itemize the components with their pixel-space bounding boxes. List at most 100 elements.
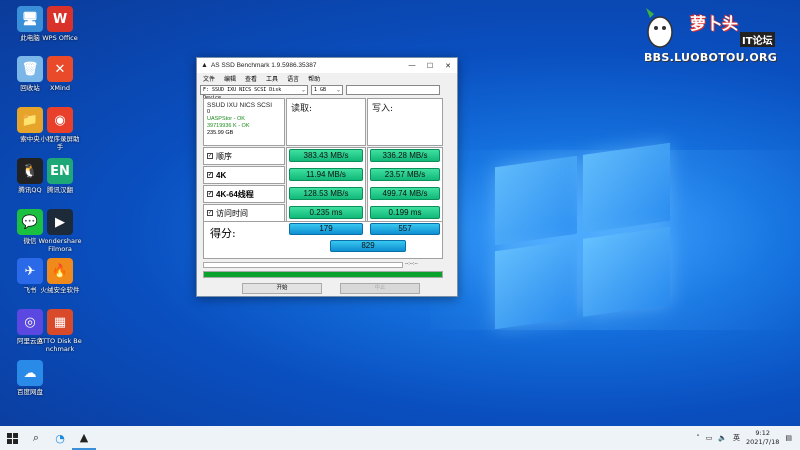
close-icon[interactable]: ✕ <box>439 62 457 70</box>
toolbar: F: SSUD IXU NICS SCSI Disk Device ⌄ 1 GB… <box>197 84 457 101</box>
window-title: AS SSD Benchmark 1.9.5986.35387 <box>210 62 317 69</box>
xmind-icon: ✕ <box>47 56 73 82</box>
desktop-icon-filmora[interactable]: ▶ Wondershare Filmora <box>38 209 82 253</box>
menu-edit[interactable]: 编辑 <box>224 74 236 83</box>
start-icon[interactable] <box>0 426 24 450</box>
4k64-write-value: 499.74 MB/s <box>370 187 440 200</box>
network-icon[interactable]: ▭ <box>706 434 713 442</box>
checkbox[interactable]: ✓ <box>207 210 213 216</box>
screen-recorder-icon: ◉ <box>47 107 73 133</box>
desktop-icon-atto[interactable]: ▦ ATTO Disk Benchmark <box>38 309 82 353</box>
radish-mascot-icon <box>646 8 673 48</box>
notification-icon[interactable]: ▤ <box>785 434 792 442</box>
as-ssd-taskbar-icon[interactable]: ▲ <box>72 426 96 450</box>
status-field <box>203 262 403 268</box>
baidu-drive-icon: ☁ <box>17 360 43 386</box>
score-write: 557 <box>370 223 440 235</box>
clock-date: 2021/7/18 <box>746 438 780 446</box>
drive-capacity: 235.99 GB <box>207 130 234 136</box>
desktop-icon-screen-recorder[interactable]: ◉ 小程序录屏助手 <box>38 107 82 151</box>
row-4k-64[interactable]: ✓ 4K-64线程 <box>203 185 285 203</box>
desktop-icon-label: ATTO Disk Benchmark <box>38 337 82 353</box>
drive-driver-status: UASPStor - OK <box>207 116 245 122</box>
access-read-value: 0.235 ms <box>289 206 363 219</box>
progress-fill <box>204 272 442 277</box>
drive-name: SSUD IXU NICS SCSI <box>207 102 273 109</box>
title-bar[interactable]: ▲ AS SSD Benchmark 1.9.5986.35387 — ☐ ✕ <box>197 58 457 73</box>
checkbox[interactable]: ✓ <box>207 153 213 159</box>
checkbox[interactable]: ✓ <box>207 172 213 178</box>
desktop-icon-label: 小程序录屏助手 <box>40 135 80 151</box>
ime-indicator[interactable]: 英 <box>733 433 740 443</box>
4k64-read-value: 128.53 MB/s <box>289 187 363 200</box>
row-label: 顺序 <box>216 151 232 161</box>
menu-bar: 文件 编辑 查看 工具 语言 帮助 <box>197 73 457 84</box>
watermark-url: BBS.LUOBOTOU.ORG <box>644 51 778 64</box>
menu-language[interactable]: 语言 <box>287 74 299 83</box>
huorong-icon: 🔥 <box>47 258 73 284</box>
desktop-icon-xmind[interactable]: ✕ XMind <box>38 56 82 92</box>
score-label: 得分: <box>210 227 236 240</box>
watermark-subtitle: IT论坛 <box>740 32 775 47</box>
drive-info-panel: SSUD IXU NICS SCSI 0 UASPStor - OK 39719… <box>203 98 285 146</box>
desktop-icon-wps[interactable]: W WPS Office <box>38 6 82 42</box>
score-read: 179 <box>289 223 363 235</box>
desktop-icon-huorong[interactable]: 🔥 火绒安全软件 <box>38 258 82 294</box>
system-tray: ˄ ▭ 🔈 英 9:12 2021/7/18 ▤ <box>696 426 792 450</box>
edge-icon[interactable]: ◔ <box>48 426 72 450</box>
menu-help[interactable]: 帮助 <box>308 74 320 83</box>
row-4k[interactable]: ✓ 4K <box>203 166 285 184</box>
chevron-down-icon: ⌄ <box>301 87 305 93</box>
desktop-icon-label: 火绒安全软件 <box>40 286 80 294</box>
drive-select[interactable]: F: SSUD IXU NICS SCSI Disk Device ⌄ <box>200 85 308 101</box>
score-total: 829 <box>330 240 406 252</box>
menu-tools[interactable]: 工具 <box>266 74 278 83</box>
clock[interactable]: 9:12 2021/7/18 <box>746 429 779 447</box>
chevron-up-icon[interactable]: ˄ <box>696 434 700 442</box>
menu-file[interactable]: 文件 <box>203 74 215 83</box>
access-write-value: 0.199 ms <box>370 206 440 219</box>
progress-bar <box>203 271 443 278</box>
chevron-down-icon: ⌄ <box>336 87 340 93</box>
row-sequential[interactable]: ✓ 顺序 <box>203 147 285 165</box>
desktop-icon-label: Wondershare Filmora <box>38 237 82 253</box>
seq-write-value: 336.28 MB/s <box>370 149 440 162</box>
translator-icon: EN <box>47 158 73 184</box>
size-select[interactable]: 1 GB ⌄ <box>311 85 343 95</box>
drive-alignment-status: 39719936 K - OK <box>207 123 250 129</box>
desktop-icon-label: 腾讯汉翻 <box>47 186 73 194</box>
row-label: 4K-64线程 <box>216 189 254 199</box>
search-icon[interactable]: ⌕ <box>24 426 48 450</box>
menu-view[interactable]: 查看 <box>245 74 257 83</box>
read-header: 读取: <box>286 98 366 146</box>
row-label: 访问时间 <box>216 208 248 218</box>
desktop-icon-label: XMind <box>49 84 71 92</box>
desktop-icon-translator[interactable]: EN 腾讯汉翻 <box>38 158 82 194</box>
watermark-logo: 萝卜头 IT论坛 BBS.LUOBOTOU.ORG <box>642 6 792 68</box>
row-access-time[interactable]: ✓ 访问时间 <box>203 204 285 222</box>
4k-read-value: 11.94 MB/s <box>289 168 363 181</box>
clock-time: 9:12 <box>755 429 770 437</box>
as-ssd-window: ▲ AS SSD Benchmark 1.9.5986.35387 — ☐ ✕ … <box>196 57 458 297</box>
windows-logo <box>495 142 670 333</box>
filmora-icon: ▶ <box>47 209 73 235</box>
drive-info-line: 0 <box>207 109 211 115</box>
4k-write-value: 23.57 MB/s <box>370 168 440 181</box>
abort-button[interactable]: 中止 <box>340 283 420 294</box>
atto-icon: ▦ <box>47 309 73 335</box>
seq-read-value: 383.43 MB/s <box>289 149 363 162</box>
minimize-icon[interactable]: — <box>403 62 421 69</box>
wps-icon: W <box>47 6 73 32</box>
start-button[interactable]: 开始 <box>242 283 322 294</box>
blank-field[interactable] <box>346 85 440 95</box>
write-header: 写入: <box>367 98 443 146</box>
maximize-icon[interactable]: ☐ <box>421 62 439 70</box>
desktop-icon-label: WPS Office <box>42 34 78 42</box>
volume-icon[interactable]: 🔈 <box>718 434 727 442</box>
drive-select-value: F: SSUD IXU NICS SCSI Disk Device <box>203 87 282 101</box>
size-select-value: 1 GB <box>314 87 327 93</box>
row-label: 4K <box>216 170 227 180</box>
checkbox[interactable]: ✓ <box>207 191 213 197</box>
taskbar: ⌕ ◔ ▲ ˄ ▭ 🔈 英 9:12 2021/7/18 ▤ <box>0 426 800 450</box>
desktop-icon-baidu-drive[interactable]: ☁ 百度网盘 <box>8 360 52 396</box>
